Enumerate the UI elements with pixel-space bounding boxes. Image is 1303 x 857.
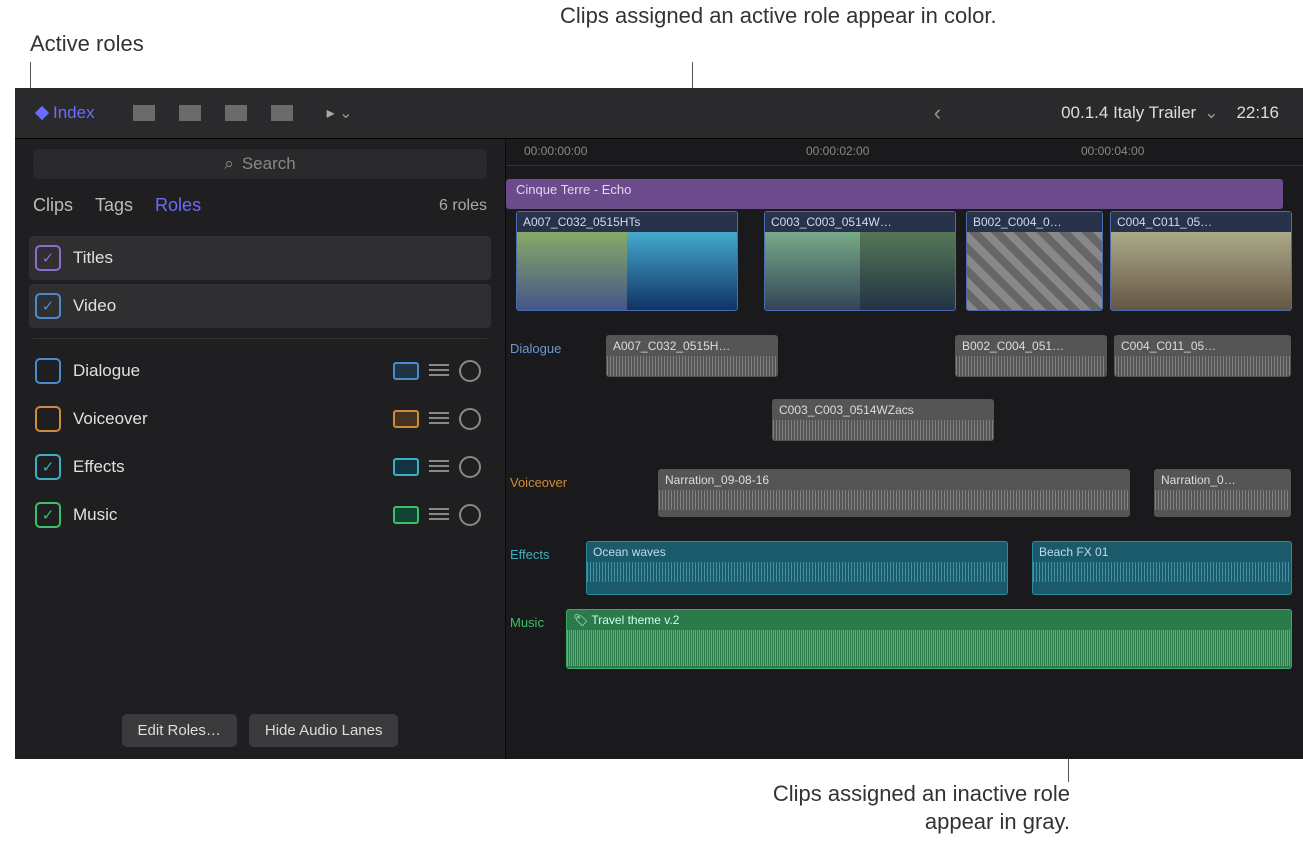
subroles-icon[interactable] bbox=[429, 364, 449, 378]
audio-clip[interactable]: A007_C032_0515H… bbox=[606, 335, 778, 377]
lane-effects: Effects Ocean waves Beach FX 01 bbox=[506, 541, 1303, 597]
role-row-music[interactable]: ✓ Music bbox=[29, 493, 491, 537]
role-row-video[interactable]: ✓ Video bbox=[29, 284, 491, 328]
index-button[interactable]: Index bbox=[25, 103, 107, 123]
timecode-display[interactable]: 22:16 bbox=[1236, 103, 1279, 123]
lane-toggle-icon[interactable] bbox=[393, 458, 419, 476]
lane-dialogue: Dialogue A007_C032_0515H… B002_C004_051…… bbox=[506, 335, 1303, 383]
connect-icon[interactable] bbox=[133, 105, 155, 121]
index-tabs: Clips Tags Roles 6 roles bbox=[15, 189, 505, 226]
insert-icon[interactable] bbox=[179, 105, 201, 121]
focus-icon[interactable] bbox=[459, 456, 481, 478]
video-clip[interactable]: A007_C032_0515HTs bbox=[516, 211, 738, 311]
toolbar: Index ▸ ⌄ ‹ 00.1.4 Italy Trailer ⌄ 22:16 bbox=[15, 88, 1303, 139]
back-button[interactable]: ‹ bbox=[934, 100, 941, 126]
search-icon: ⌕ bbox=[224, 154, 234, 174]
search-field[interactable]: ⌕ Search bbox=[33, 149, 487, 179]
audio-clip[interactable]: Narration_0… bbox=[1154, 469, 1291, 517]
role-list: ✓ Titles ✓ Video Dialogue Voiceover ✓ Ef… bbox=[15, 226, 505, 547]
time-ruler[interactable]: 00:00:00:00 00:00:02:00 00:00:04:00 bbox=[506, 139, 1303, 166]
tool-select-menu[interactable]: ▸ ⌄ bbox=[327, 103, 353, 123]
toolbar-icon-group bbox=[127, 105, 299, 121]
video-clip[interactable]: C003_C003_0514W… bbox=[764, 211, 956, 311]
audio-clip[interactable]: B002_C004_051… bbox=[955, 335, 1107, 377]
role-row-dialogue[interactable]: Dialogue bbox=[29, 349, 491, 393]
lane-toggle-icon[interactable] bbox=[393, 362, 419, 380]
annotation-active-roles: Active roles bbox=[30, 30, 144, 58]
checkbox-effects[interactable]: ✓ bbox=[35, 454, 61, 480]
checkbox-music[interactable]: ✓ bbox=[35, 502, 61, 528]
focus-icon[interactable] bbox=[459, 360, 481, 382]
append-icon[interactable] bbox=[225, 105, 247, 121]
edit-roles-button[interactable]: Edit Roles… bbox=[122, 714, 237, 747]
index-icon bbox=[35, 106, 49, 120]
roles-count: 6 roles bbox=[439, 197, 487, 215]
audio-clip[interactable]: 🏷 Travel theme v.2 bbox=[566, 609, 1292, 669]
sidebar-footer: Edit Roles… Hide Audio Lanes bbox=[15, 702, 505, 759]
focus-icon[interactable] bbox=[459, 504, 481, 526]
project-name-menu[interactable]: 00.1.4 Italy Trailer ⌄ bbox=[1061, 103, 1218, 123]
checkbox-voiceover[interactable] bbox=[35, 406, 61, 432]
checkbox-dialogue[interactable] bbox=[35, 358, 61, 384]
video-clip[interactable]: B002_C004_0… bbox=[966, 211, 1103, 311]
index-sidebar: ⌕ Search Clips Tags Roles 6 roles ✓ Titl… bbox=[15, 139, 506, 759]
tab-clips[interactable]: Clips bbox=[33, 195, 73, 216]
video-clip[interactable]: C004_C011_05… bbox=[1110, 211, 1292, 311]
tab-tags[interactable]: Tags bbox=[95, 195, 133, 216]
timeline[interactable]: 00:00:00:00 00:00:02:00 00:00:04:00 Cinq… bbox=[506, 139, 1303, 759]
title-clip[interactable]: Cinque Terre - Echo bbox=[506, 179, 1283, 209]
annotation-inactive-gray: Clips assigned an inactive role appear i… bbox=[750, 780, 1070, 836]
lane-music: Music 🏷 Travel theme v.2 bbox=[506, 609, 1303, 669]
role-row-titles[interactable]: ✓ Titles bbox=[29, 236, 491, 280]
checkbox-video[interactable]: ✓ bbox=[35, 293, 61, 319]
audio-clip[interactable]: Narration_09-08-16 bbox=[658, 469, 1130, 517]
checkbox-titles[interactable]: ✓ bbox=[35, 245, 61, 271]
audio-clip[interactable]: C004_C011_05… bbox=[1114, 335, 1291, 377]
focus-icon[interactable] bbox=[459, 408, 481, 430]
hide-audio-lanes-button[interactable]: Hide Audio Lanes bbox=[249, 714, 399, 747]
chevron-down-icon: ⌄ bbox=[1204, 103, 1218, 123]
subroles-icon[interactable] bbox=[429, 460, 449, 474]
lane-dialogue-2: C003_C003_0514WZacs bbox=[506, 399, 1303, 447]
lane-voiceover: Voiceover Narration_09-08-16 Narration_0… bbox=[506, 469, 1303, 519]
audio-clip[interactable]: Beach FX 01 bbox=[1032, 541, 1292, 595]
audio-clip[interactable]: Ocean waves bbox=[586, 541, 1008, 595]
annotation-active-color: Clips assigned an active role appear in … bbox=[560, 2, 997, 30]
primary-storyline: A007_C032_0515HTs C003_C003_0514W… B002_… bbox=[506, 211, 1303, 309]
tab-roles[interactable]: Roles bbox=[155, 195, 201, 216]
audio-clip[interactable]: C003_C003_0514WZacs bbox=[772, 399, 994, 441]
subroles-icon[interactable] bbox=[429, 508, 449, 522]
subroles-icon[interactable] bbox=[429, 412, 449, 426]
lane-toggle-icon[interactable] bbox=[393, 410, 419, 428]
role-row-voiceover[interactable]: Voiceover bbox=[29, 397, 491, 441]
overwrite-icon[interactable] bbox=[271, 105, 293, 121]
app-window: Index ▸ ⌄ ‹ 00.1.4 Italy Trailer ⌄ 22:16… bbox=[15, 88, 1303, 758]
lane-toggle-icon[interactable] bbox=[393, 506, 419, 524]
role-row-effects[interactable]: ✓ Effects bbox=[29, 445, 491, 489]
